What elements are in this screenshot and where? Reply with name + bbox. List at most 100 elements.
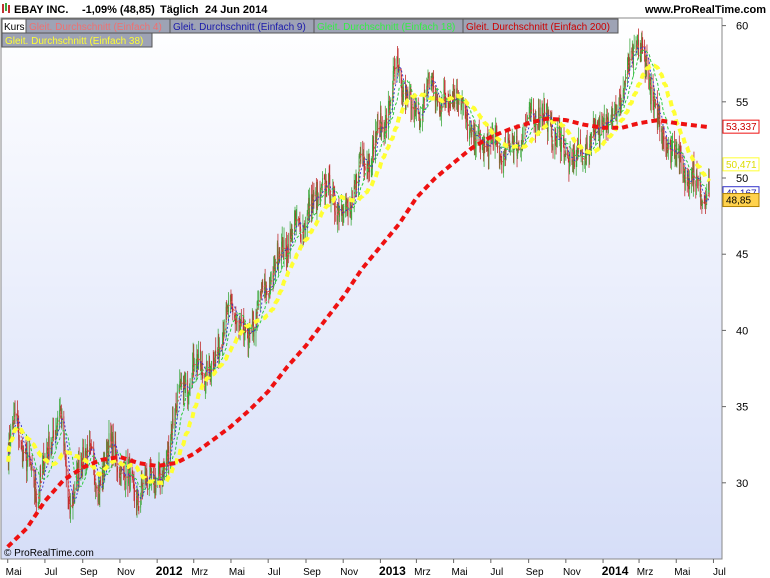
candle-body xyxy=(390,99,392,101)
x-tick-label: Jul xyxy=(713,567,726,578)
candle-body xyxy=(663,136,665,141)
candle-body xyxy=(514,137,516,142)
y-tick-label: 55 xyxy=(736,97,748,109)
candle-body xyxy=(95,484,97,494)
candle-body xyxy=(689,182,691,189)
candle-body xyxy=(138,506,140,508)
y-tick-label: 40 xyxy=(736,325,748,337)
candle-body xyxy=(697,180,699,186)
candle-body xyxy=(121,467,123,470)
x-tick-label: Jul xyxy=(268,567,281,578)
x-tick-label: Mai xyxy=(674,567,690,578)
legend-ma9: Gleit. Durchschnitt (Einfach 9) xyxy=(173,22,306,33)
candle-body xyxy=(53,430,54,439)
period: Täglich xyxy=(160,4,199,16)
x-tick-label: 2013 xyxy=(379,564,406,578)
x-tick-label: Jul xyxy=(45,567,58,578)
x-tick-label: 2014 xyxy=(602,564,629,578)
candle-body xyxy=(620,103,622,109)
candle-body xyxy=(57,416,59,423)
site-url[interactable]: www.ProRealTime.com xyxy=(644,4,766,16)
legend-kurs: Kurs xyxy=(4,22,25,33)
candle-body xyxy=(134,489,135,501)
candle-body xyxy=(638,39,639,57)
title-bar: EBAY INC. -1,09% (48,85) Täglich 24 Jun … xyxy=(0,0,770,18)
candle-body xyxy=(415,109,417,112)
candle-body xyxy=(364,167,366,170)
candle-body xyxy=(603,118,605,124)
price-change: -1,09% (48,85) xyxy=(82,4,155,16)
x-tick-label: Mrz xyxy=(191,567,208,578)
candle-body xyxy=(411,105,413,109)
y-tick-label: 35 xyxy=(736,402,748,414)
candle-body xyxy=(172,418,174,426)
candle-body xyxy=(100,480,101,485)
x-tick-label: Sep xyxy=(303,567,321,578)
price-tags: 53,33750,47149,16748,85 xyxy=(722,119,760,208)
watermark: © ProRealTime.com xyxy=(4,548,94,559)
y-tick-label: 60 xyxy=(736,21,748,33)
candle-body xyxy=(108,433,110,457)
x-tick-label: Mrz xyxy=(414,567,431,578)
candle-body xyxy=(18,439,20,441)
candle-body xyxy=(377,120,379,122)
price-tag-label: 48,85 xyxy=(726,196,751,207)
candle-body xyxy=(164,466,165,470)
candle-body xyxy=(232,308,234,315)
candle-body xyxy=(78,459,80,477)
candle-body xyxy=(625,74,627,82)
y-tick-label: 45 xyxy=(736,249,748,261)
candle-body xyxy=(27,452,29,462)
candle-body xyxy=(334,211,336,215)
candle-body xyxy=(497,143,498,150)
candle-body xyxy=(501,162,503,173)
x-tick-label: 2012 xyxy=(156,564,183,578)
legend-ma4: Gleit. Durchschnitt (Einfach 4) xyxy=(29,22,162,33)
candle-body xyxy=(535,124,537,132)
candle-body xyxy=(475,140,477,146)
candle-body xyxy=(35,496,37,503)
candle-body xyxy=(573,150,575,167)
candle-body xyxy=(309,194,311,214)
candle-body xyxy=(82,447,84,467)
candle-body xyxy=(65,465,67,478)
x-tick-label: Mai xyxy=(229,567,245,578)
candle-body xyxy=(373,140,375,157)
candle-body xyxy=(642,44,644,46)
legend-ma200: Gleit. Durchschnitt (Einfach 200) xyxy=(466,22,610,33)
date: 24 Jun 2014 xyxy=(205,4,268,16)
y-tick-label: 30 xyxy=(736,478,748,490)
candle-body xyxy=(428,72,430,84)
candle-body xyxy=(89,440,91,444)
candle-body xyxy=(215,351,217,354)
candle-body xyxy=(266,291,268,294)
stock-chart: EBAY INC. -1,09% (48,85) Täglich 24 Jun … xyxy=(0,0,770,578)
candle-body xyxy=(129,471,131,490)
candle-body xyxy=(300,238,302,241)
candle-body xyxy=(67,477,69,498)
candle-body xyxy=(552,145,554,150)
price-tag-label: 53,337 xyxy=(726,122,757,133)
candle-body xyxy=(193,369,195,371)
x-tick-label: Sep xyxy=(526,567,544,578)
candle-body xyxy=(258,300,259,301)
x-axis: Mai Jul Sep Nov 2012 Mrz Mai Jul Sep Nov 2013 Mrz Ma… xyxy=(1,558,726,578)
candle-body xyxy=(240,320,242,322)
candle-body xyxy=(685,180,686,184)
candle-body xyxy=(125,461,127,483)
legend-ma38: Gleit. Durchschnitt (Einfach 38) xyxy=(5,36,143,47)
x-tick-label: Mai xyxy=(452,567,468,578)
candle-body xyxy=(14,412,16,417)
x-tick-label: Nov xyxy=(340,567,358,578)
candle-body xyxy=(633,46,635,48)
candle-body xyxy=(659,114,661,132)
candle-body xyxy=(522,135,524,140)
candle-body xyxy=(612,116,614,119)
candle-body xyxy=(672,144,673,148)
y-tick-label: 50 xyxy=(736,173,748,185)
candle-body xyxy=(629,51,631,67)
candle-body xyxy=(569,152,571,154)
x-tick-label: Nov xyxy=(117,567,135,578)
candle-body xyxy=(262,282,264,290)
candle-body xyxy=(283,239,285,257)
